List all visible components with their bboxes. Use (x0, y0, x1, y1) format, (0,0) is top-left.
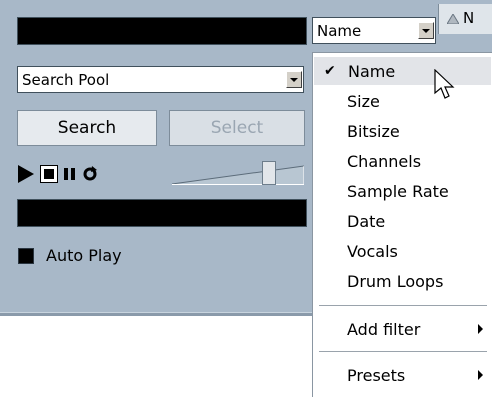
cycle-icon[interactable] (81, 165, 99, 183)
search-pool-dropdown[interactable]: Search Pool (17, 66, 304, 93)
submenu-arrow-icon (478, 324, 483, 334)
menu-item-sample-rate[interactable]: Sample Rate (314, 177, 491, 205)
search-button-label: Search (57, 118, 117, 138)
select-button-label: Select (210, 118, 264, 138)
attribute-dropdown[interactable]: Name (312, 17, 436, 44)
playback-progress-field (17, 199, 307, 227)
menu-item-label: Channels (347, 151, 422, 171)
stop-icon[interactable] (40, 165, 58, 183)
menu-separator (319, 305, 487, 306)
menu-separator (319, 351, 487, 352)
auto-play-checkbox[interactable] (18, 248, 34, 264)
menu-item-label: Add filter (347, 319, 421, 339)
search-text-value (18, 18, 22, 36)
pause-icon[interactable] (64, 168, 75, 180)
checkmark-icon: ✔ (324, 63, 336, 79)
menu-item-channels[interactable]: Channels (314, 147, 491, 175)
chevron-down-icon[interactable] (418, 22, 434, 39)
sort-ascending-icon (447, 14, 459, 24)
menu-item-label: Name (348, 61, 396, 81)
menu-item-presets[interactable]: Presets (314, 361, 491, 389)
menu-item-label: Size (347, 91, 380, 111)
menu-item-label: Drum Loops (347, 271, 444, 291)
volume-slider-track[interactable] (172, 164, 304, 186)
menu-item-label: Bitsize (347, 121, 400, 141)
search-button[interactable]: Search (17, 110, 157, 146)
menu-item-date[interactable]: Date (314, 207, 491, 235)
chevron-down-icon[interactable] (286, 71, 302, 88)
menu-item-label: Date (347, 211, 386, 231)
submenu-arrow-icon (478, 370, 483, 380)
search-pool-value: Search Pool (22, 70, 110, 89)
menu-item-drum-loops[interactable]: Drum Loops (314, 267, 491, 295)
volume-slider-handle[interactable] (262, 161, 276, 185)
menu-item-vocals[interactable]: Vocals (314, 237, 491, 265)
menu-item-size[interactable]: Size (314, 87, 491, 115)
menu-item-label: Presets (347, 365, 406, 385)
auto-play-label: Auto Play (46, 246, 122, 265)
play-icon[interactable] (18, 165, 34, 183)
attribute-dropdown-value: Name (317, 21, 362, 40)
menu-item-bitsize[interactable]: Bitsize (314, 117, 491, 145)
mouse-pointer-icon (434, 69, 455, 99)
menu-item-add-filter[interactable]: Add filter (314, 315, 491, 343)
transport-controls (18, 163, 105, 185)
column-header-label: N (463, 9, 475, 27)
column-header-name[interactable]: N (438, 4, 492, 34)
menu-item-label: Vocals (347, 241, 398, 261)
menu-item-name[interactable]: ✔ Name (314, 57, 491, 85)
attribute-menu: ✔ Name Size Bitsize Channels Sample Rate… (312, 52, 492, 397)
search-text-field[interactable] (17, 17, 307, 45)
menu-item-label: Sample Rate (347, 181, 449, 201)
select-button[interactable]: Select (169, 110, 305, 146)
